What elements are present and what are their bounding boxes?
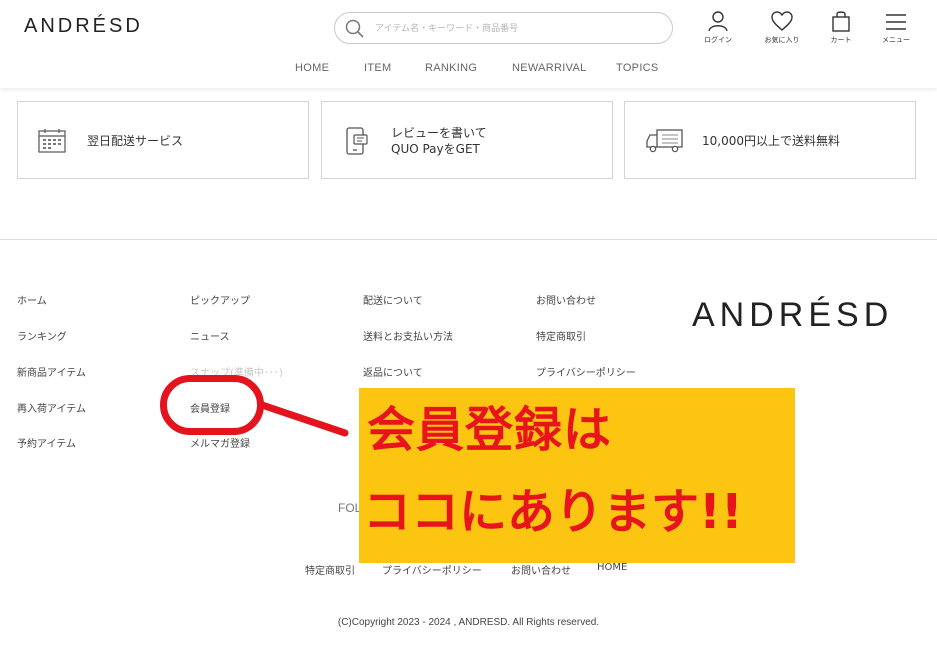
service-label-line2: QUO PayをGET — [391, 142, 480, 156]
footer-link-preorder-items[interactable]: 予約アイテム — [17, 435, 76, 450]
search-icon[interactable] — [344, 18, 366, 40]
service-label: 10,000円以上で送料無料 — [702, 134, 840, 148]
nav-ranking[interactable]: RANKING — [425, 62, 477, 74]
menu-label: メニュー — [882, 36, 910, 44]
service-review-quo-pay[interactable]: レビューを書いて QUO PayをGET — [321, 101, 613, 179]
service-free-shipping[interactable]: 10,000円以上で送料無料 — [624, 101, 916, 179]
heart-icon — [771, 11, 793, 31]
cart-label: カート — [830, 36, 852, 44]
truck-icon — [646, 129, 683, 153]
calendar-icon — [38, 129, 66, 153]
site-logo[interactable]: ANDRÉSD — [24, 15, 143, 38]
favorites-label: お気に入り — [764, 36, 800, 44]
login-button[interactable]: ログイン — [696, 10, 740, 50]
footer-link-restock-items[interactable]: 再入荷アイテム — [17, 400, 86, 415]
footer-link-privacy[interactable]: プライバシーポリシー — [536, 364, 636, 379]
footer-link-ranking[interactable]: ランキング — [17, 328, 67, 343]
highlight-circle — [160, 375, 264, 435]
menu-button[interactable]: メニュー — [874, 10, 918, 50]
callout-text-line1: 会員登録は — [367, 402, 613, 458]
nav-home[interactable]: HOME — [295, 62, 329, 74]
service-label-line1: レビューを書いて — [391, 126, 487, 140]
copyright: (C)Copyright 2023 - 2024 , ANDRESD. All … — [337, 617, 600, 628]
service-next-day-delivery[interactable]: 翌日配送サービス — [17, 101, 309, 179]
footer-link-delivery[interactable]: 配送について — [363, 292, 423, 307]
search-bar[interactable] — [334, 12, 673, 44]
section-divider — [0, 239, 937, 240]
footer-link-returns[interactable]: 返品について — [363, 364, 423, 379]
bottom-link-privacy[interactable]: プライバシーポリシー — [382, 562, 482, 577]
follow-label: FOL — [338, 501, 362, 515]
callout-text-line2: ココにあります!! — [363, 484, 743, 540]
bottom-link-commerce-law[interactable]: 特定商取引 — [305, 562, 355, 577]
footer-link-news[interactable]: ニュース — [190, 328, 230, 343]
search-input[interactable] — [375, 18, 660, 40]
footer-link-home[interactable]: ホーム — [17, 292, 47, 307]
footer-logo[interactable]: ANDRÉSD — [692, 296, 893, 335]
footer-link-pickup[interactable]: ピックアップ — [190, 292, 250, 307]
main-nav: HOME ITEM RANKING NEWARRIVAL TOPICS — [0, 62, 937, 78]
footer-link-contact[interactable]: お問い合わせ — [536, 292, 596, 307]
site-header: ANDRÉSD ログイン お気に入り カート メニュー — [0, 0, 937, 88]
service-label: 翌日配送サービス — [87, 134, 184, 148]
bottom-link-home[interactable]: HOME — [597, 562, 627, 573]
nav-item[interactable]: ITEM — [364, 62, 391, 74]
footer-link-shipping-payment[interactable]: 送料とお支払い方法 — [363, 328, 453, 343]
hamburger-menu-icon — [886, 14, 906, 30]
nav-newarrival[interactable]: NEWARRIVAL — [512, 62, 587, 74]
footer-link-new-items[interactable]: 新商品アイテム — [17, 364, 86, 379]
user-icon — [708, 11, 728, 32]
favorites-button[interactable]: お気に入り — [760, 10, 804, 50]
shopping-bag-icon — [832, 11, 850, 32]
footer-link-newsletter[interactable]: メルマガ登録 — [190, 435, 250, 450]
footer-link-commerce-law[interactable]: 特定商取引 — [536, 328, 586, 343]
login-label: ログイン — [704, 36, 732, 44]
bottom-link-contact[interactable]: お問い合わせ — [511, 562, 571, 577]
nav-topics[interactable]: TOPICS — [616, 62, 659, 74]
callout-box: 会員登録は ココにあります!! — [359, 388, 795, 563]
phone-review-icon — [346, 127, 368, 155]
cart-button[interactable]: カート — [819, 10, 863, 50]
